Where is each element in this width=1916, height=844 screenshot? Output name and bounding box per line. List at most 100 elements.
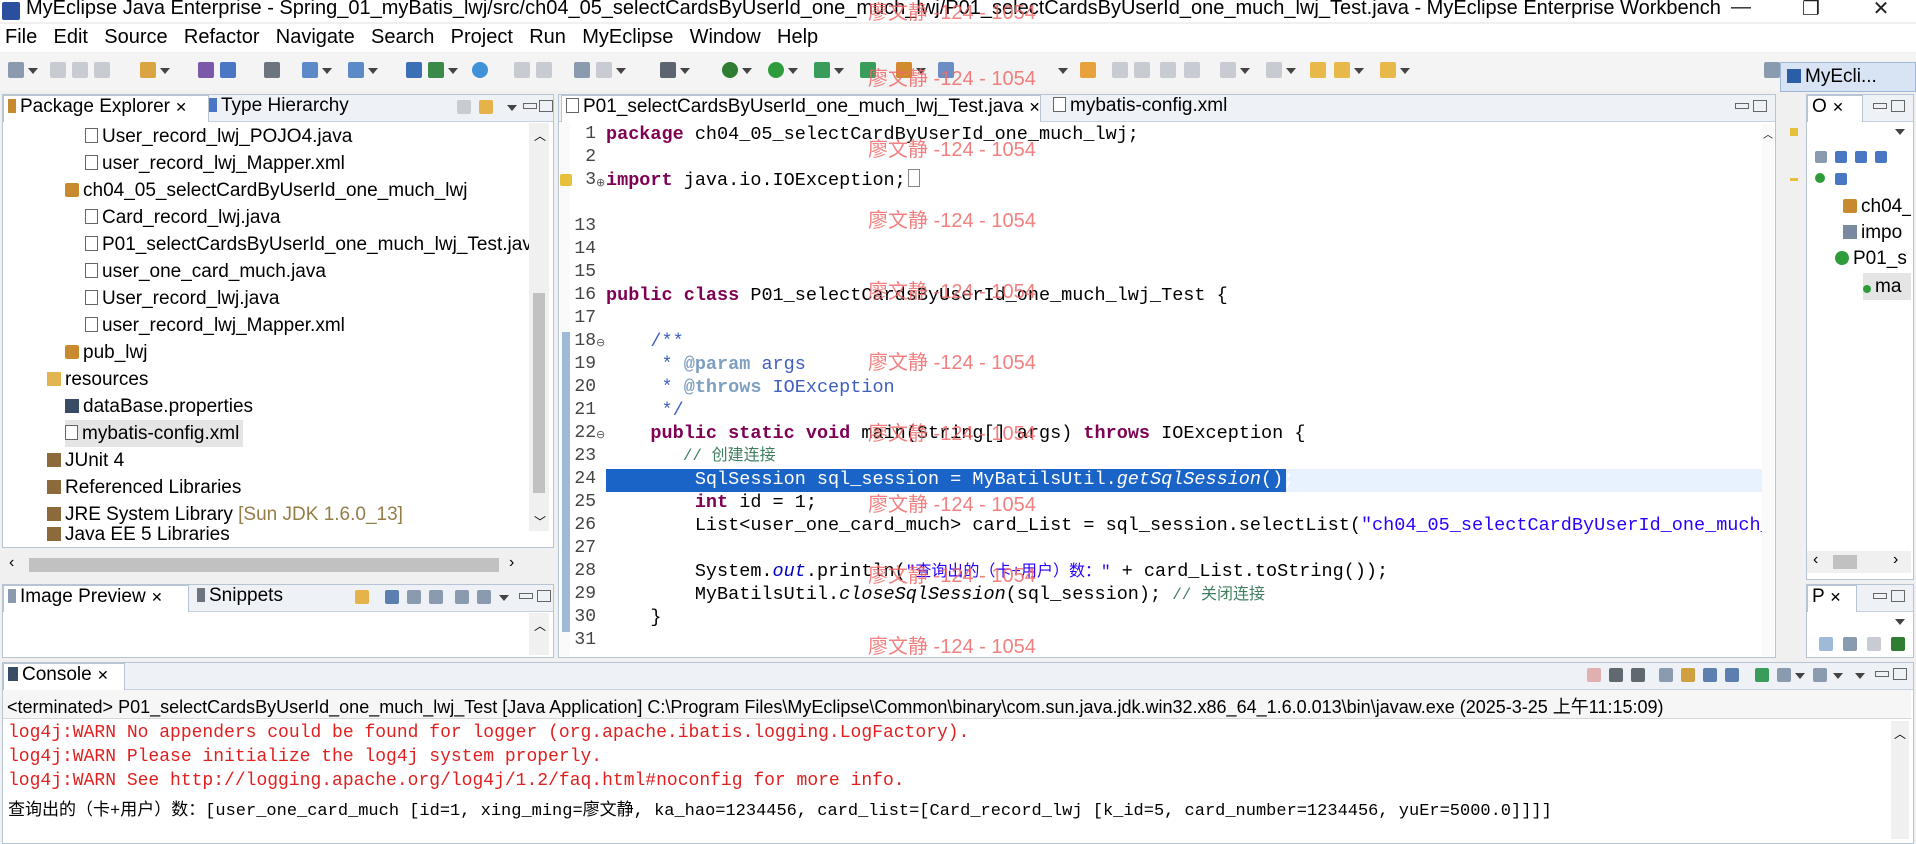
tree-item-user-record-pojo4[interactable]: User_record_lwj_POJO4.java bbox=[85, 123, 352, 150]
image-icon[interactable] bbox=[574, 62, 590, 78]
minimize-button[interactable]: — bbox=[1716, 0, 1766, 22]
tree-item-referenced-libraries[interactable]: Referenced Libraries bbox=[47, 474, 241, 501]
scroll-up-icon[interactable]: ︿ bbox=[1894, 725, 1906, 742]
outline-item-package[interactable]: ch04_ bbox=[1843, 193, 1911, 220]
run-last-dropdown-icon[interactable] bbox=[834, 68, 844, 74]
scroll-right-icon[interactable]: › bbox=[509, 554, 514, 572]
package-explorer-vscroll[interactable]: ︿ ﹀ bbox=[529, 123, 549, 531]
next-annotation-dropdown-icon[interactable] bbox=[1240, 68, 1250, 74]
next-annotation-icon[interactable] bbox=[1220, 62, 1236, 78]
run-dropdown-icon[interactable] bbox=[788, 68, 798, 74]
minimize-view-icon[interactable] bbox=[1873, 593, 1887, 599]
tree-item-card-record[interactable]: Card_record_lwj.java bbox=[85, 204, 280, 231]
show-on-output-icon[interactable] bbox=[1703, 668, 1717, 682]
tree-item-user-record-mapper-2[interactable]: user_record_lwj_Mapper.xml bbox=[85, 312, 345, 339]
minimize-view-icon[interactable] bbox=[1873, 103, 1887, 109]
clear-console-icon[interactable] bbox=[1659, 668, 1673, 682]
link-editor-icon[interactable] bbox=[479, 100, 493, 114]
back-icon[interactable] bbox=[1334, 62, 1350, 78]
globe-icon[interactable] bbox=[472, 62, 488, 78]
tomcat-icon[interactable] bbox=[428, 62, 444, 78]
menu-window[interactable]: Window bbox=[685, 24, 767, 49]
tree-item-resources[interactable]: resources bbox=[47, 366, 148, 393]
menu-navigate[interactable]: Navigate bbox=[271, 24, 361, 49]
tab-console[interactable]: Console ✕ bbox=[3, 663, 125, 690]
tab-outline[interactable]: O ✕ bbox=[1807, 95, 1863, 122]
tab-type-hierarchy[interactable]: Type Hierarchy bbox=[205, 95, 373, 121]
view-menu-icon[interactable] bbox=[1895, 129, 1905, 135]
tab-mybatis-config[interactable]: mybatis-config.xml bbox=[1049, 95, 1257, 121]
tab-image-preview[interactable]: Image Preview ✕ bbox=[3, 585, 189, 612]
remove-all-icon[interactable] bbox=[1631, 668, 1645, 682]
search-dropdown-icon[interactable] bbox=[1058, 68, 1068, 74]
zoom-in-icon[interactable] bbox=[407, 590, 421, 604]
close-icon[interactable]: ✕ bbox=[1029, 99, 1041, 115]
web-service-icon[interactable] bbox=[406, 62, 422, 78]
outline-item-imports[interactable]: impo bbox=[1843, 219, 1911, 246]
prev-annotation-dropdown-icon[interactable] bbox=[1286, 68, 1296, 74]
advanced-icon[interactable] bbox=[1843, 637, 1857, 651]
sync-icon[interactable] bbox=[355, 590, 369, 604]
menu-source[interactable]: Source bbox=[99, 24, 173, 49]
block-selection-icon[interactable] bbox=[1184, 62, 1200, 78]
outline-item-main[interactable]: ma bbox=[1863, 273, 1911, 300]
open-type-icon[interactable] bbox=[140, 62, 156, 78]
menu-project[interactable]: Project bbox=[446, 24, 519, 49]
scroll-thumb[interactable] bbox=[533, 293, 545, 493]
print-icon[interactable] bbox=[94, 62, 110, 78]
hide-fields-icon[interactable] bbox=[1855, 151, 1867, 163]
view-menu-icon[interactable] bbox=[1855, 673, 1865, 679]
browser-icon[interactable] bbox=[348, 62, 364, 78]
maximize-view-icon[interactable] bbox=[539, 100, 553, 112]
deploy-dropdown-icon[interactable] bbox=[322, 68, 332, 74]
tree-item-user-record-mapper[interactable]: user_record_lwj_Mapper.xml bbox=[85, 150, 345, 177]
close-icon[interactable]: ✕ bbox=[1832, 99, 1844, 115]
tree-item-p01-test[interactable]: P01_selectCardsByUserId_one_much_lwj_Tes… bbox=[85, 231, 542, 258]
tree-item-user-one-card-much[interactable]: user_one_card_much.java bbox=[85, 258, 326, 285]
zoom-out-icon[interactable] bbox=[429, 590, 443, 604]
package-explorer-hscroll[interactable]: ‹ › bbox=[3, 554, 551, 576]
tree-item-pub-lwj[interactable]: pub_lwj bbox=[65, 339, 147, 366]
show-whitespace-icon[interactable] bbox=[1160, 62, 1176, 78]
tree-item-user-record[interactable]: User_record_lwj.java bbox=[85, 285, 279, 312]
scroll-up-icon[interactable]: ︿ bbox=[534, 617, 546, 634]
grid-icon[interactable] bbox=[477, 590, 491, 604]
menu-help[interactable]: Help bbox=[772, 24, 824, 49]
new-icon[interactable] bbox=[8, 62, 24, 78]
debug-dropdown-icon[interactable] bbox=[742, 68, 752, 74]
class-icon[interactable] bbox=[220, 62, 236, 78]
package-icon[interactable] bbox=[198, 62, 214, 78]
tab-package-explorer[interactable]: Package Explorer ✕ bbox=[3, 95, 209, 122]
terminal-icon[interactable] bbox=[660, 62, 676, 78]
menu-search[interactable]: Search bbox=[366, 24, 440, 49]
pin-console-icon[interactable] bbox=[1755, 668, 1769, 682]
minimize-view-icon[interactable] bbox=[523, 103, 537, 109]
open-console-dropdown-icon[interactable] bbox=[1833, 673, 1843, 679]
back-dropdown-icon[interactable] bbox=[1354, 68, 1364, 74]
scroll-up-icon[interactable]: ︿ bbox=[534, 127, 546, 144]
close-icon[interactable]: ✕ bbox=[1830, 589, 1842, 605]
close-button[interactable]: ✕ bbox=[1856, 0, 1906, 22]
console-vscroll[interactable]: ︿ bbox=[1891, 721, 1909, 839]
display-console-dropdown-icon[interactable] bbox=[1795, 673, 1805, 679]
last-edit-icon[interactable] bbox=[1310, 62, 1326, 78]
show-on-error-icon[interactable] bbox=[1725, 668, 1739, 682]
folded-region-icon[interactable] bbox=[907, 169, 920, 187]
run-last-icon[interactable] bbox=[814, 62, 830, 78]
hide-nonpublic-icon[interactable] bbox=[1815, 173, 1825, 183]
close-icon[interactable]: ✕ bbox=[97, 667, 109, 683]
close-icon[interactable]: ✕ bbox=[175, 99, 187, 115]
deploy-icon[interactable] bbox=[302, 62, 318, 78]
editor-vscroll[interactable]: ︿ bbox=[1762, 124, 1774, 656]
browser-dropdown-icon[interactable] bbox=[368, 68, 378, 74]
sql-icon[interactable] bbox=[596, 62, 612, 78]
view-menu-icon[interactable] bbox=[507, 105, 517, 111]
restore-default-icon[interactable] bbox=[1867, 637, 1881, 651]
terminate-icon[interactable] bbox=[1587, 668, 1601, 682]
tree-item-package-ch04-05[interactable]: ch04_05_selectCardByUserId_one_much_lwj bbox=[65, 177, 467, 204]
perspective-button[interactable]: MyEcli... bbox=[1780, 62, 1916, 92]
refactor-icon[interactable] bbox=[514, 62, 530, 78]
tree-item-junit4[interactable]: JUnit 4 bbox=[47, 447, 124, 474]
tree-item-jre-system-library[interactable]: JRE System Library [Sun JDK 1.6.0_13] bbox=[47, 501, 403, 528]
forward-dropdown-icon[interactable] bbox=[1400, 68, 1410, 74]
